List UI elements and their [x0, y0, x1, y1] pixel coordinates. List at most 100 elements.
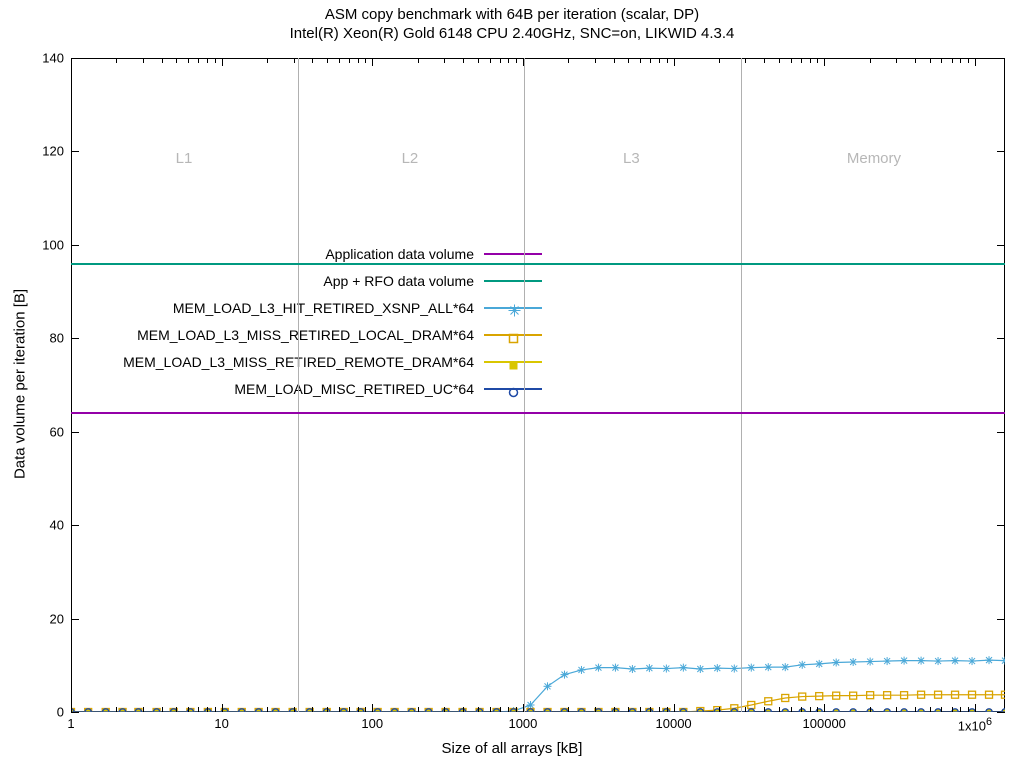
x-minor-tick: [941, 58, 942, 63]
x-minor-tick: [628, 707, 629, 712]
solid-square-icon: [509, 357, 518, 366]
x-minor-tick: [207, 707, 208, 712]
x-minor-tick: [176, 58, 177, 63]
x-minor-tick: [176, 707, 177, 712]
x-minor-tick: [801, 707, 802, 712]
y-tick-label: 80: [24, 331, 64, 346]
y-tick-label: 40: [24, 518, 64, 533]
x-minor-tick: [779, 707, 780, 712]
x-minor-tick: [870, 58, 871, 63]
x-minor-tick: [478, 58, 479, 63]
x-minor-tick: [667, 707, 668, 712]
legend-label: MEM_LOAD_L3_HIT_RETIRED_XSNP_ALL*64: [173, 300, 484, 316]
y-tick-mark: [71, 619, 79, 620]
x-minor-tick: [463, 707, 464, 712]
x-minor-tick: [418, 58, 419, 63]
x-tick-mark: [372, 704, 373, 712]
x-minor-tick: [444, 707, 445, 712]
x-minor-tick: [339, 707, 340, 712]
x-minor-tick: [568, 707, 569, 712]
chart-title: ASM copy benchmark with 64B per iteratio…: [0, 6, 1024, 25]
legend-sample: [484, 327, 542, 343]
x-tick-mark: [222, 58, 223, 66]
y-tick-mark: [71, 338, 79, 339]
x-minor-tick: [516, 707, 517, 712]
x-minor-tick: [327, 707, 328, 712]
y-tick-mark: [997, 338, 1005, 339]
x-minor-tick: [915, 707, 916, 712]
x-tick-label: 1x106: [958, 716, 992, 733]
y-tick-mark: [997, 619, 1005, 620]
x-minor-tick: [817, 58, 818, 63]
legend-label: MEM_LOAD_L3_MISS_RETIRED_LOCAL_DRAM*64: [137, 327, 484, 343]
x-minor-tick: [614, 58, 615, 63]
x-minor-tick: [719, 58, 720, 63]
x-minor-tick: [500, 58, 501, 63]
y-tick-label: 60: [24, 424, 64, 439]
x-minor-tick: [339, 58, 340, 63]
x-minor-tick: [791, 707, 792, 712]
y-tick-mark: [997, 245, 1005, 246]
x-minor-tick: [444, 58, 445, 63]
x-minor-tick: [508, 58, 509, 63]
y-tick-mark: [71, 712, 79, 713]
x-tick-mark: [824, 58, 825, 66]
x-minor-tick: [490, 707, 491, 712]
x-minor-tick: [500, 707, 501, 712]
x-minor-tick: [207, 58, 208, 63]
y-tick-mark: [71, 151, 79, 152]
x-minor-tick: [960, 58, 961, 63]
x-tick-mark: [222, 704, 223, 712]
x-tick-mark: [372, 58, 373, 66]
y-tick-label: 20: [24, 611, 64, 626]
x-minor-tick: [312, 707, 313, 712]
x-tick-mark: [71, 58, 72, 66]
y-tick-mark: [71, 58, 79, 59]
x-tick-label: 100: [361, 716, 383, 731]
cache-divider: [298, 58, 299, 712]
x-minor-tick: [188, 707, 189, 712]
x-minor-tick: [162, 58, 163, 63]
x-minor-tick: [595, 707, 596, 712]
x-tick-label: 1000: [508, 716, 537, 731]
y-tick-mark: [71, 525, 79, 526]
x-minor-tick: [463, 58, 464, 63]
x-minor-tick: [745, 58, 746, 63]
x-minor-tick: [418, 707, 419, 712]
x-minor-tick: [294, 707, 295, 712]
x-minor-tick: [294, 58, 295, 63]
x-minor-tick: [365, 58, 366, 63]
x-minor-tick: [640, 707, 641, 712]
legend-entry: MEM_LOAD_L3_HIT_RETIRED_XSNP_ALL*64: [82, 294, 542, 321]
x-minor-tick: [968, 707, 969, 712]
open-square-icon: [509, 330, 518, 339]
y-axis-label: Data volume per iteration [B]: [12, 289, 29, 479]
x-axis-label: Size of all arrays [kB]: [0, 740, 1024, 757]
x-minor-tick: [198, 58, 199, 63]
y-tick-mark: [71, 245, 79, 246]
x-minor-tick: [659, 58, 660, 63]
open-circle-icon: [509, 384, 518, 393]
legend-entry: MEM_LOAD_MISC_RETIRED_UC*64: [82, 375, 542, 402]
y-tick-label: 0: [24, 705, 64, 720]
x-tick-label: 1: [67, 716, 74, 731]
y-tick-mark: [997, 712, 1005, 713]
legend-label: MEM_LOAD_L3_MISS_RETIRED_REMOTE_DRAM*64: [123, 354, 484, 370]
x-minor-tick: [896, 58, 897, 63]
x-minor-tick: [667, 58, 668, 63]
x-minor-tick: [478, 707, 479, 712]
x-minor-tick: [745, 707, 746, 712]
x-minor-tick: [614, 707, 615, 712]
x-minor-tick: [952, 58, 953, 63]
x-minor-tick: [941, 707, 942, 712]
cache-region-label: L3: [623, 150, 640, 167]
cache-region-label: L2: [402, 150, 419, 167]
x-minor-tick: [327, 58, 328, 63]
x-tick-mark: [674, 58, 675, 66]
x-minor-tick: [215, 58, 216, 63]
x-minor-tick: [801, 58, 802, 63]
x-minor-tick: [162, 707, 163, 712]
x-minor-tick: [215, 707, 216, 712]
x-minor-tick: [349, 58, 350, 63]
legend-label: MEM_LOAD_MISC_RETIRED_UC*64: [234, 381, 484, 397]
